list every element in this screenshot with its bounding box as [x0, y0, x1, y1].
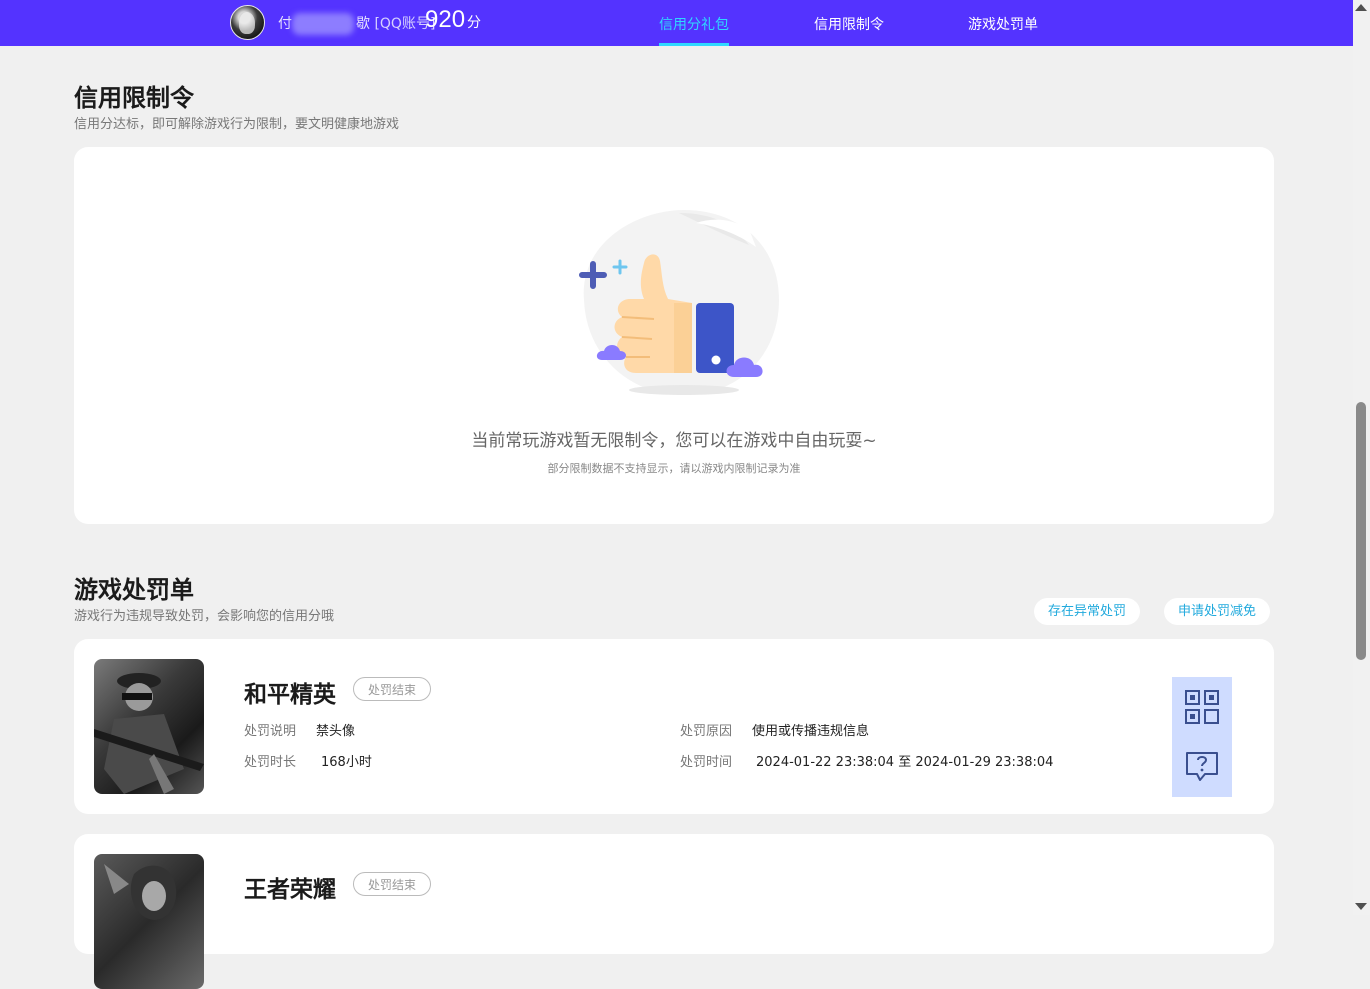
qr-code-icon [1185, 690, 1219, 724]
restriction-empty-message: 当前常玩游戏暂无限制令，您可以在游戏中自由玩耍~ [471, 431, 877, 451]
hero-image-icon [104, 864, 177, 920]
tab-game-penalty[interactable]: 游戏处罚单 [968, 14, 1038, 34]
penalty-duration-label: 处罚时长 [244, 755, 297, 770]
tab-credit-gift[interactable]: 信用分礼包 [659, 14, 729, 34]
restriction-title: 信用限制令 [74, 84, 194, 112]
restriction-empty-note: 部分限制数据不支持显示，请以游戏内限制记录为准 [547, 462, 801, 475]
penalty-card: 王者荣耀 处罚结束 [74, 834, 1274, 989]
game-thumbnail [94, 854, 204, 989]
scroll-down-arrow-icon[interactable] [1355, 903, 1367, 910]
question-chat-icon [1186, 752, 1218, 781]
restriction-empty-card: 当前常玩游戏暂无限制令，您可以在游戏中自由玩耍~ 部分限制数据不支持显示，请以游… [74, 147, 1274, 524]
penalty-desc-label: 处罚说明 [244, 724, 297, 739]
credit-score-value: 920 [425, 6, 466, 33]
tab-credit-restriction[interactable]: 信用限制令 [814, 14, 884, 34]
username: 付歇 [QQ账号] [278, 13, 435, 35]
thumbs-up-illustration-icon [579, 210, 779, 395]
active-tab-indicator [659, 43, 729, 46]
username-blur [292, 13, 354, 35]
penalty-subtitle: 游戏行为违规导致处罚，会影响您的信用分哦 [74, 609, 335, 624]
help-button[interactable] [1172, 737, 1232, 797]
penalty-desc-value: 禁头像 [316, 724, 356, 739]
game-name: 王者荣耀 [244, 877, 336, 903]
top-nav-bar: 付歇 [QQ账号] 920 分 信用分礼包 信用限制令 游戏处罚单 [0, 0, 1353, 46]
status-badge: 处罚结束 [353, 872, 432, 896]
game-name: 和平精英 [244, 682, 336, 708]
status-badge: 处罚结束 [353, 677, 432, 701]
game-thumbnail [94, 659, 204, 794]
username-tail: 歇 [356, 16, 370, 32]
penalty-card: 和平精英 处罚结束 处罚说明 禁头像 处罚时长 168小时 处罚原因 使用或传播… [74, 639, 1274, 814]
scrollbar-thumb[interactable] [1356, 402, 1366, 660]
apply-reduction-button[interactable]: 申请处罚减免 [1164, 598, 1271, 625]
penalty-time-value: 2024-01-22 23:38:04 至 2024-01-29 23:38:0… [756, 755, 1054, 770]
scroll-up-arrow-icon[interactable] [1355, 4, 1367, 11]
penalty-title: 游戏处罚单 [74, 576, 194, 604]
qr-code-button[interactable] [1172, 677, 1232, 737]
penalty-reason-label: 处罚原因 [680, 724, 733, 739]
credit-score-unit: 分 [467, 14, 482, 30]
penalty-duration-value: 168小时 [321, 755, 372, 770]
credit-score: 920 分 [425, 6, 481, 34]
penalty-time-label: 处罚时间 [680, 755, 733, 770]
avatar[interactable] [230, 5, 265, 40]
restriction-subtitle: 信用分达标，即可解除游戏行为限制，要文明健康地游戏 [74, 117, 400, 132]
abnormal-penalty-button[interactable]: 存在异常处罚 [1034, 598, 1141, 625]
username-visible: 付 [278, 16, 292, 32]
penalty-reason-value: 使用或传播违规信息 [752, 724, 870, 739]
soldier-image-icon [94, 673, 204, 794]
